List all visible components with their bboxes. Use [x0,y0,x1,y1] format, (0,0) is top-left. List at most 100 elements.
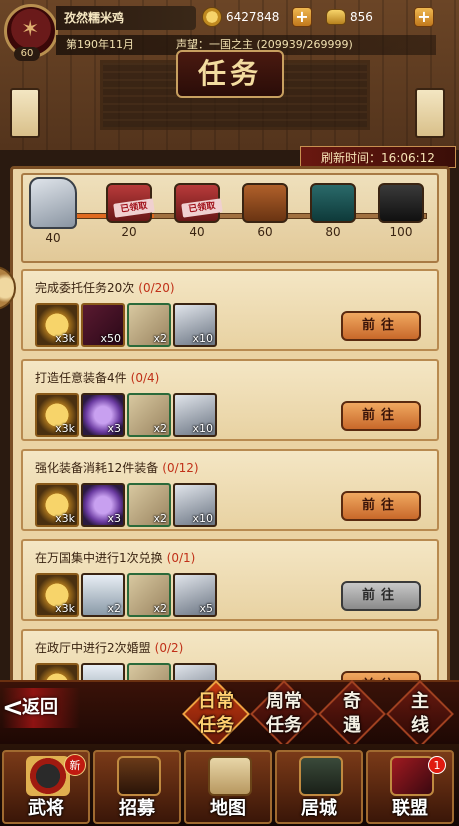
progress-current-label: 40 [45,231,61,245]
quest-progress: (0/12) [162,461,199,475]
reward-quantity: x50 [100,332,121,345]
quest-progress: (0/1) [166,551,196,565]
purple-star-icon[interactable]: x3 [81,393,125,437]
claimed-tag: 已领取 [181,198,223,218]
game-date: 第190年11月 [66,38,134,51]
milestone-label: 20 [121,225,137,239]
quest-title-text: 在政厅中进行2次婚盟 [35,641,151,655]
quest-title: 完成委托任务20次 (0/20) [35,279,175,296]
milestone-chest-60[interactable]: 60 [239,183,291,239]
book-icon[interactable]: x2 [127,303,171,347]
quest-card: 在万国集中进行1次兑换 (0/1) x3k x2 x2 x5 前往 [21,539,439,621]
player-name: 孜然糯米鸡 [56,6,196,30]
milestone-label: 40 [189,225,205,239]
reward-quantity: x2 [153,422,167,435]
tab-label-bottom: 任务 [266,715,302,736]
gold-coin-icon[interactable]: x3k [35,303,79,347]
book-icon[interactable]: x2 [127,483,171,527]
milestone-label: 60 [257,225,273,239]
bottom-nav: 新 武将 招募 地图 居城 1 联盟 [0,744,459,826]
quest-panel: 40 已领取 20 已领取 40 60 80 100 完成委托任务20次 (0/2… [10,166,450,686]
scroll-icon[interactable]: x50 [81,303,125,347]
quest-title-text: 打造任意装备4件 [35,371,127,385]
nav-alliance[interactable]: 1 联盟 [366,750,454,824]
horse-icon[interactable]: x5 [173,573,217,617]
quest-title: 打造任意装备4件 (0/4) [35,369,159,386]
activity-progress: 40 已领取 20 已领取 40 60 80 100 [21,173,439,263]
book-icon[interactable]: x2 [127,573,171,617]
milestone-chest-20[interactable]: 已领取 20 [103,183,155,239]
quest-title-text: 完成委托任务20次 [35,281,135,295]
player-level: 60 [14,47,40,61]
claimed-tag: 已领取 [113,198,155,218]
nav-label: 居城 [301,798,337,819]
jar-icon[interactable]: x2 [81,573,125,617]
horse-icon[interactable]: x10 [173,483,217,527]
reward-list: x3k x3 x2 x10 [35,483,219,527]
quest-title: 在政厅中进行2次婚盟 (0/2) [35,639,183,656]
gold-coin-icon[interactable]: x3k [35,483,79,527]
chest-icon [242,183,288,223]
emblem-icon: ✶ [21,17,40,42]
book-icon[interactable]: x2 [127,393,171,437]
map-scroll-icon [208,756,252,796]
reward-quantity: x10 [192,422,213,435]
reward-quantity: x3 [107,512,121,525]
quest-card: 强化装备消耗12件装备 (0/12) x3k x3 x2 x10 前往 [21,449,439,531]
quest-card: 完成委托任务20次 (0/20) x3k x50 x2 x10 前往 [21,269,439,351]
horse-icon [29,177,77,229]
chest-icon: 已领取 [106,183,155,223]
reward-list: x3k x2 x2 x5 [35,573,219,617]
go-button[interactable]: 前往 [341,401,421,431]
tab-encounter[interactable]: 奇 遇 [318,680,386,748]
reward-quantity: x2 [107,602,121,615]
nav-recruit[interactable]: 招募 [93,750,181,824]
reward-list: x3k x50 x2 x10 [35,303,219,347]
tab-daily[interactable]: 日常 任务 [182,680,250,748]
milestone-chest-100[interactable]: 100 [375,183,427,239]
lantern-left [10,88,40,138]
nav-map[interactable]: 地图 [184,750,272,824]
go-button[interactable]: 前往 [341,311,421,341]
quest-list: 完成委托任务20次 (0/20) x3k x50 x2 x10 前往 打造任意装备4件 (0/4… [21,269,439,683]
purple-star-icon[interactable]: x3 [81,483,125,527]
back-button[interactable]: < 返回 [2,688,80,728]
reward-quantity: x3k [55,422,75,435]
ingot-resource: 856 + [326,6,434,28]
nav-label: 武将 [28,798,64,819]
nav-label: 地图 [210,798,246,819]
go-button[interactable]: 前往 [341,581,421,611]
coin-amount: 6427848 [226,10,280,24]
gold-coin-icon[interactable]: x3k [35,393,79,437]
horse-icon[interactable]: x10 [173,303,217,347]
ingot-icon [326,9,346,25]
category-tabs: < 返回 日常 任务 周常 任务 奇 遇 主 线 [0,680,459,748]
tab-label-top: 周常 [266,691,302,712]
add-ingot-button[interactable]: + [414,7,434,27]
gold-coin-icon[interactable]: x3k [35,573,79,617]
go-button[interactable]: 前往 [341,491,421,521]
reward-quantity: x3k [55,512,75,525]
page-title: 任务 [176,50,284,98]
milestone-label: 100 [389,225,413,239]
nav-label: 联盟 [392,798,428,819]
nav-generals[interactable]: 新 武将 [2,750,90,824]
new-badge: 新 [64,754,86,776]
coin-resource: 6427848 + [202,6,312,28]
quest-card: 打造任意装备4件 (0/4) x3k x3 x2 x10 前往 [21,359,439,441]
reward-quantity: x5 [199,602,213,615]
nav-city[interactable]: 居城 [275,750,363,824]
chest-icon [378,183,424,223]
horse-icon[interactable]: x10 [173,393,217,437]
tab-weekly[interactable]: 周常 任务 [250,680,318,748]
back-arrow-icon: < [2,693,24,723]
tab-main-story[interactable]: 主 线 [386,680,454,748]
tab-label-top: 奇 [343,691,361,712]
tab-label-bottom: 任务 [198,715,234,736]
reward-quantity: x2 [153,602,167,615]
tab-label-top: 日常 [198,691,234,712]
ingot-amount: 856 [350,10,373,24]
add-coin-button[interactable]: + [292,7,312,27]
milestone-chest-40[interactable]: 已领取 40 [171,183,223,239]
milestone-chest-80[interactable]: 80 [307,183,359,239]
